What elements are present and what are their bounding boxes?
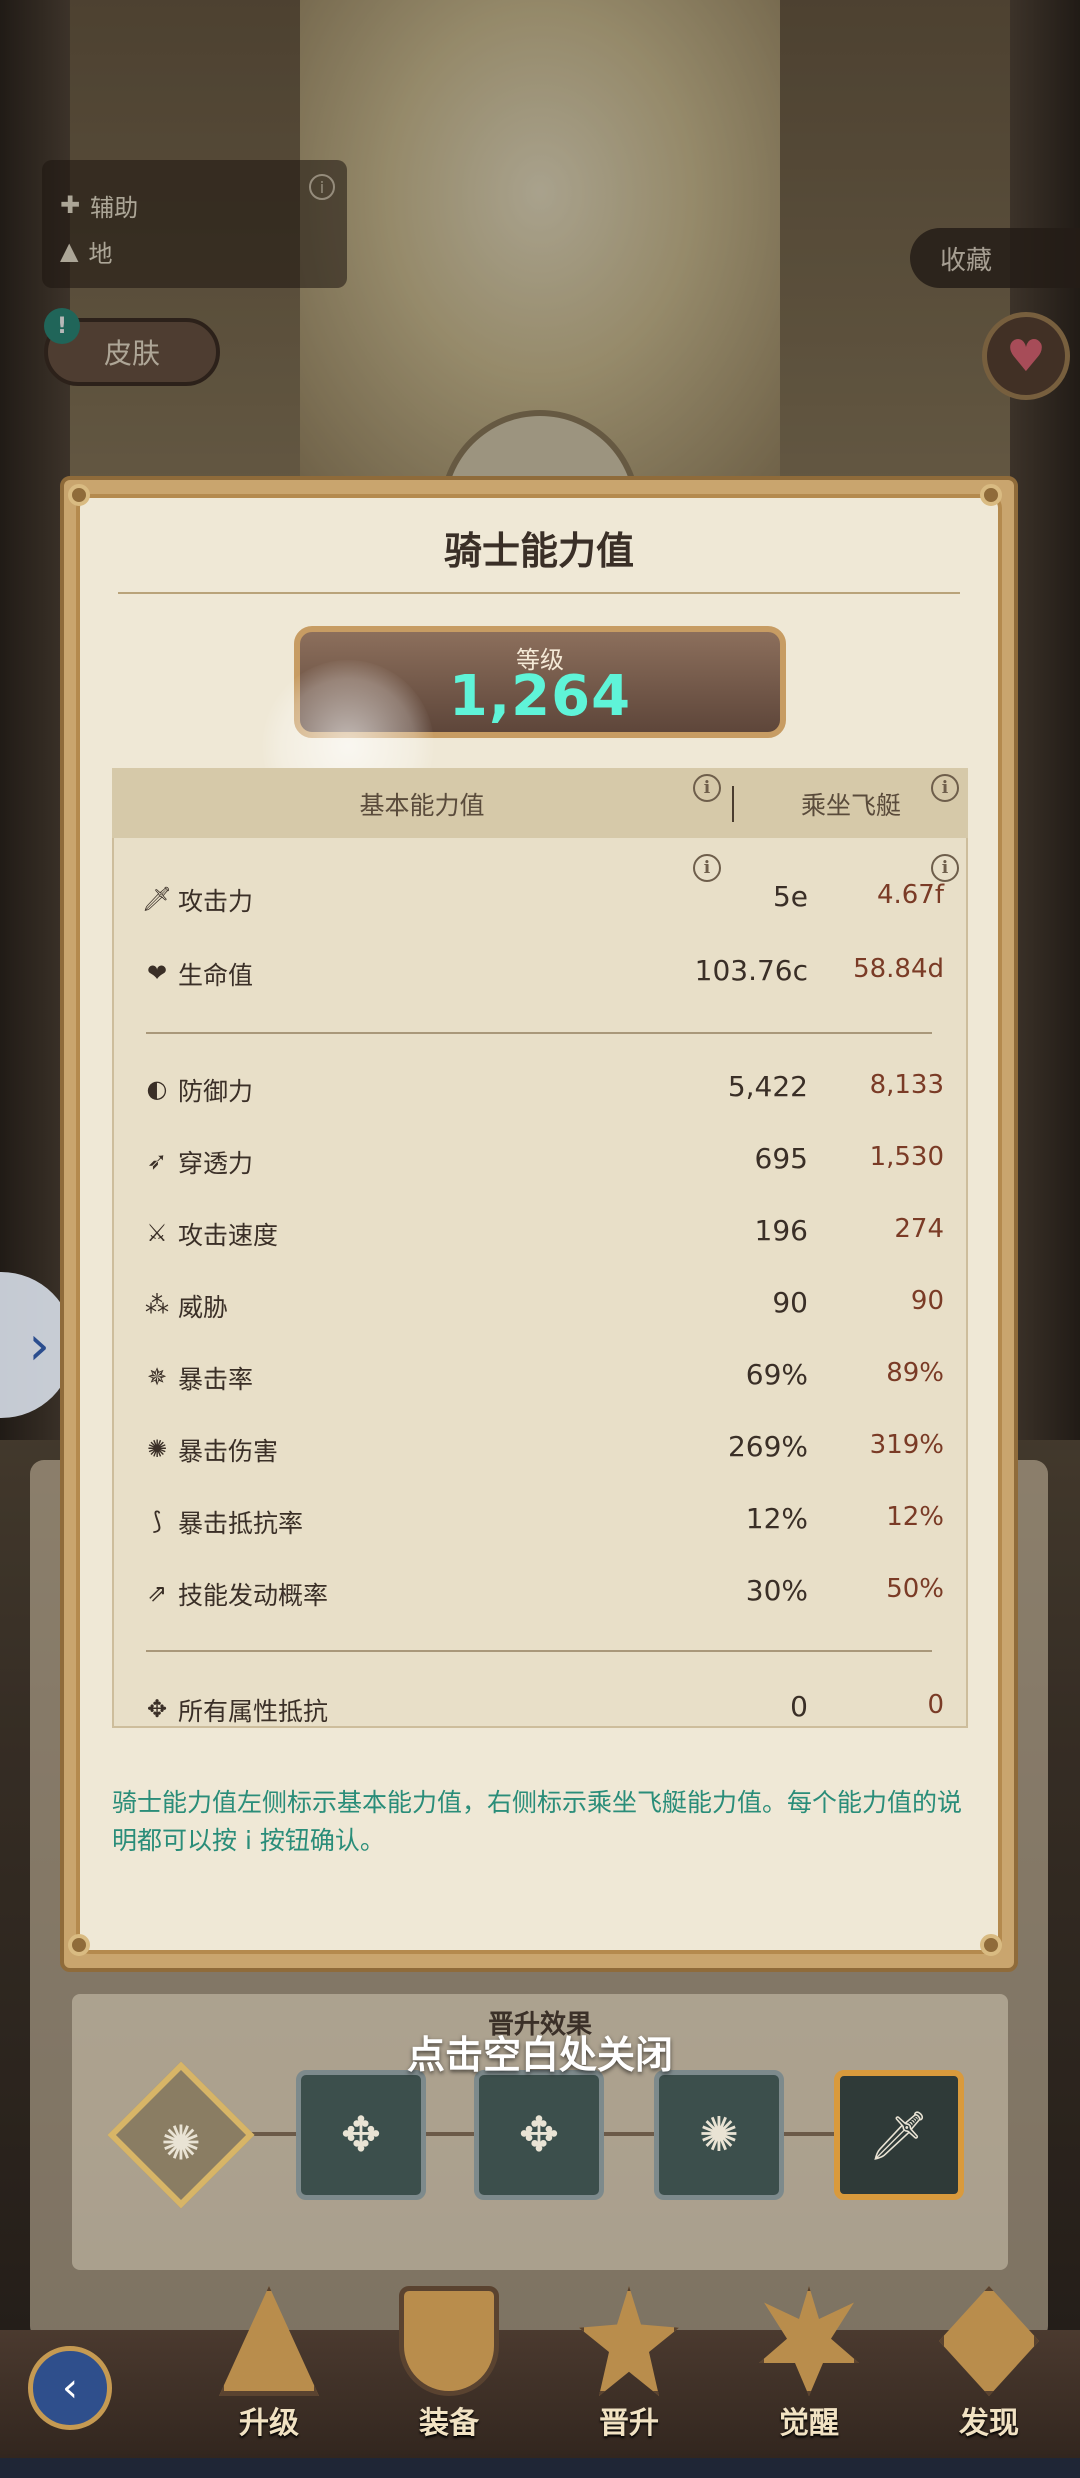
nav-label: 装备 bbox=[419, 2406, 479, 2441]
shield-icon: ◐ bbox=[146, 1075, 168, 1103]
pierce-icon: ➶ bbox=[146, 1147, 168, 1175]
stat-ride-value: 4.67f bbox=[876, 880, 944, 910]
stat-row-attack: 🗡 攻击力 5e 4.67f bbox=[112, 874, 968, 924]
chevron-left-icon: ‹ bbox=[62, 2365, 78, 2411]
stat-row-defense: ◐ 防御力 5,422 8,133 bbox=[112, 1064, 968, 1114]
stat-base-value: 5e bbox=[772, 880, 808, 913]
stat-row-crit-damage: ✺ 暴击伤害 269% 319% bbox=[112, 1424, 968, 1474]
nav-item-awaken[interactable]: 觉醒 bbox=[734, 2286, 884, 2466]
promotion-slot-2[interactable]: ✥ bbox=[296, 2070, 426, 2200]
shield-emblem-icon bbox=[399, 2286, 499, 2396]
promotion-slot-4[interactable]: ✺ bbox=[654, 2070, 784, 2200]
stat-name: 暴击抵抗率 bbox=[178, 1509, 304, 1538]
stat-row-skill-proc: ⇗ 技能发动概率 30% 50% bbox=[112, 1568, 968, 1618]
stat-ride-value: 8,133 bbox=[869, 1070, 944, 1100]
nav-label: 升级 bbox=[239, 2406, 299, 2441]
sword-icon: 🗡 bbox=[141, 885, 173, 913]
stat-name: 暴击伤害 bbox=[178, 1437, 279, 1466]
stat-name: 所有属性抵抗 bbox=[178, 1697, 329, 1726]
element-resist-icon: ✥ bbox=[146, 1695, 168, 1723]
stat-ride-value: 90 bbox=[910, 1286, 944, 1316]
stat-row-threat: ⁂ 威胁 90 90 bbox=[112, 1280, 968, 1330]
stat-base-value: 196 bbox=[754, 1214, 808, 1247]
promotion-slot-3[interactable]: ✥ bbox=[474, 2070, 604, 2200]
stat-ride-value: 58.84d bbox=[853, 954, 944, 984]
promotion-slot-1[interactable]: ✺ bbox=[107, 2061, 255, 2209]
threat-icon: ⁂ bbox=[145, 1291, 169, 1319]
crit-damage-icon: ✺ bbox=[160, 2115, 202, 2172]
stat-ride-value: 0 bbox=[927, 1690, 944, 1720]
crit-damage-icon: ✺ bbox=[146, 1435, 168, 1463]
stat-ride-value: 89% bbox=[886, 1358, 944, 1388]
stat-base-value: 5,422 bbox=[727, 1070, 808, 1103]
stat-name: 技能发动概率 bbox=[178, 1581, 329, 1610]
stat-ride-value: 274 bbox=[894, 1214, 944, 1244]
stat-name: 攻击速度 bbox=[178, 1221, 279, 1250]
stat-row-element-resist: ✥ 所有属性抵抗 0 0 bbox=[112, 1684, 968, 1734]
nav-label: 晋升 bbox=[599, 2406, 659, 2441]
stat-base-value: 269% bbox=[727, 1430, 808, 1463]
stat-row-crit-rate: ✵ 暴击率 69% 89% bbox=[112, 1352, 968, 1402]
skill-proc-icon: ⇗ bbox=[146, 1579, 168, 1607]
crit-icon: ✵ bbox=[146, 1363, 168, 1391]
stat-ride-value: 319% bbox=[869, 1430, 944, 1460]
stat-ride-value: 50% bbox=[886, 1574, 944, 1604]
nav-item-discover[interactable]: 发现 bbox=[914, 2286, 1064, 2466]
column-separator bbox=[732, 786, 734, 822]
corner-rivet bbox=[68, 484, 90, 506]
stat-name: 攻击力 bbox=[178, 887, 254, 916]
stat-base-value: 0 bbox=[790, 1690, 808, 1723]
row-divider bbox=[146, 1650, 932, 1652]
stat-name: 暴击率 bbox=[178, 1365, 254, 1394]
stat-name: 威胁 bbox=[178, 1293, 229, 1322]
chevron-right-icon: › bbox=[28, 1313, 50, 1377]
burst-emblem-icon bbox=[759, 2286, 859, 2396]
column-header-base: 基本能力值 bbox=[359, 791, 485, 820]
heart-plus-icon: ❤ bbox=[146, 959, 168, 987]
stat-base-value: 69% bbox=[745, 1358, 808, 1391]
info-icon[interactable]: i bbox=[693, 774, 721, 802]
stat-ride-value: 12% bbox=[886, 1502, 944, 1532]
element-resist-icon: ✥ bbox=[518, 2107, 560, 2163]
diamond-star-icon bbox=[939, 2286, 1039, 2396]
row-divider bbox=[146, 1032, 932, 1034]
stat-base-value: 695 bbox=[754, 1142, 808, 1175]
stat-row-pierce: ➶ 穿透力 695 1,530 bbox=[112, 1136, 968, 1186]
crit-resist-icon: ⟆ bbox=[152, 1507, 162, 1535]
stat-row-attack-speed: ⚔ 攻击速度 196 274 bbox=[112, 1208, 968, 1258]
nav-label: 发现 bbox=[959, 2406, 1019, 2441]
corner-rivet bbox=[980, 1934, 1002, 1956]
nav-label: 觉醒 bbox=[779, 2406, 839, 2441]
promotion-slot-5[interactable]: 🗡 bbox=[834, 2070, 964, 2200]
title-divider bbox=[118, 592, 960, 594]
stat-name: 防御力 bbox=[178, 1077, 254, 1106]
stat-row-hp: ❤ 生命值 103.76c 58.84d bbox=[112, 948, 968, 998]
stat-ride-value: 1,530 bbox=[869, 1142, 944, 1172]
tap-to-close-hint: 点击空白处关闭 bbox=[406, 2033, 673, 2077]
back-button[interactable]: ‹ bbox=[28, 2346, 112, 2430]
stats-help-note: 骑士能力值左侧标示基本能力值，右侧标示乘坐飞艇能力值。每个能力值的说明都可以按 … bbox=[112, 1788, 963, 1855]
sword-icon: 🗡 bbox=[868, 2107, 930, 2164]
info-icon[interactable]: i bbox=[931, 774, 959, 802]
bottom-strip bbox=[0, 2458, 1080, 2478]
stat-base-value: 12% bbox=[745, 1502, 808, 1535]
stat-base-value: 30% bbox=[745, 1574, 808, 1607]
nav-item-equipment[interactable]: 装备 bbox=[374, 2286, 524, 2466]
stat-name: 穿透力 bbox=[178, 1149, 254, 1178]
crit-damage-icon: ✺ bbox=[698, 2107, 740, 2163]
corner-rivet bbox=[68, 1934, 90, 1956]
element-resist-icon: ✥ bbox=[340, 2107, 382, 2163]
modal-title: 骑士能力值 bbox=[443, 529, 634, 573]
nav-item-levelup[interactable]: 升级 bbox=[194, 2286, 344, 2466]
stat-name: 生命值 bbox=[178, 961, 254, 990]
stat-base-value: 103.76c bbox=[694, 954, 808, 987]
corner-rivet bbox=[980, 484, 1002, 506]
star-emblem-icon bbox=[579, 2286, 679, 2396]
stat-base-value: 90 bbox=[772, 1286, 808, 1319]
speed-sword-icon: ⚔ bbox=[146, 1219, 168, 1247]
stat-row-crit-resist: ⟆ 暴击抵抗率 12% 12% bbox=[112, 1496, 968, 1546]
nav-item-promotion[interactable]: 晋升 bbox=[554, 2286, 704, 2466]
triangle-emblem-icon bbox=[219, 2286, 319, 2396]
